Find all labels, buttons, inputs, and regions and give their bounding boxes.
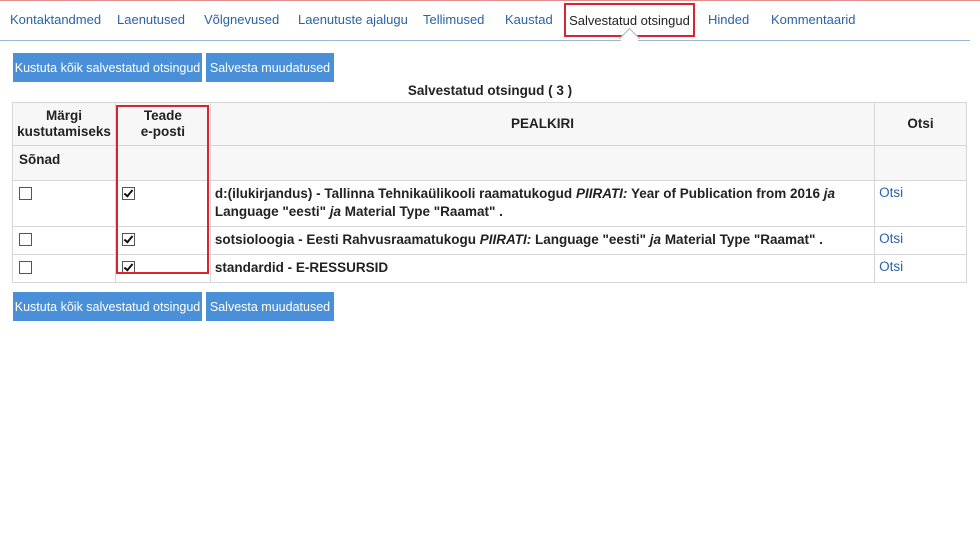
- tab-kaustad[interactable]: Kaustad: [505, 12, 553, 27]
- tab-hinded[interactable]: Hinded: [708, 12, 749, 27]
- table-row: sotsioloogia - Eesti Rahvusraamatukogu P…: [12, 226, 967, 255]
- search-link[interactable]: Otsi: [874, 254, 967, 283]
- tab-kommentaarid[interactable]: Kommentaarid: [771, 12, 856, 27]
- table-row: d:(ilukirjandus) - Tallinna Tehnikaüliko…: [12, 180, 967, 227]
- tab-laenutused[interactable]: Laenutused: [117, 12, 185, 27]
- section-label: Sõnad: [12, 145, 116, 181]
- email-notify-checkbox[interactable]: [121, 233, 135, 246]
- delete-checkbox[interactable]: [19, 261, 32, 274]
- table-header-row: Märgi kustutamiseks Teade e-posti PEALKI…: [12, 102, 967, 146]
- delete-all-button-top[interactable]: Kustuta kõik salvestatud otsingud: [13, 53, 202, 82]
- delete-all-button-bottom[interactable]: Kustuta kõik salvestatud otsingud: [13, 292, 202, 321]
- tab-volgnevused[interactable]: Võlgnevused: [204, 12, 279, 27]
- delete-checkbox[interactable]: [19, 187, 32, 200]
- header-email-notify: Teade e-posti: [114, 102, 211, 146]
- save-changes-button-bottom[interactable]: Salvesta muudatused: [206, 292, 334, 321]
- header-title: PEALKIRI: [209, 102, 876, 146]
- email-notify-checkbox[interactable]: [121, 261, 135, 274]
- saved-searches-title: Salvestatud otsingud ( 3 ): [407, 83, 573, 98]
- search-description: standardid - E-RESSURSID: [209, 254, 876, 283]
- email-notify-checkbox[interactable]: [121, 187, 135, 200]
- tab-bar: Kontaktandmed Laenutused Võlgnevused Lae…: [0, 0, 970, 41]
- search-link[interactable]: Otsi: [874, 226, 967, 255]
- section-row: Sõnad: [12, 145, 967, 181]
- save-changes-button-top[interactable]: Salvesta muudatused: [206, 53, 334, 82]
- header-mark-delete: Märgi kustutamiseks: [12, 102, 116, 146]
- tab-tellimused[interactable]: Tellimused: [423, 12, 484, 27]
- delete-checkbox[interactable]: [19, 233, 32, 246]
- table-row: standardid - E-RESSURSID Otsi: [12, 254, 967, 283]
- search-description: d:(ilukirjandus) - Tallinna Tehnikaüliko…: [209, 180, 876, 227]
- search-description: sotsioloogia - Eesti Rahvusraamatukogu P…: [209, 226, 876, 255]
- saved-searches-table: Märgi kustutamiseks Teade e-posti PEALKI…: [12, 102, 967, 283]
- tab-laenutuste-ajalugu[interactable]: Laenutuste ajalugu: [298, 12, 408, 27]
- search-link[interactable]: Otsi: [874, 180, 967, 227]
- tab-kontaktandmed[interactable]: Kontaktandmed: [10, 12, 101, 27]
- header-search: Otsi: [874, 102, 967, 146]
